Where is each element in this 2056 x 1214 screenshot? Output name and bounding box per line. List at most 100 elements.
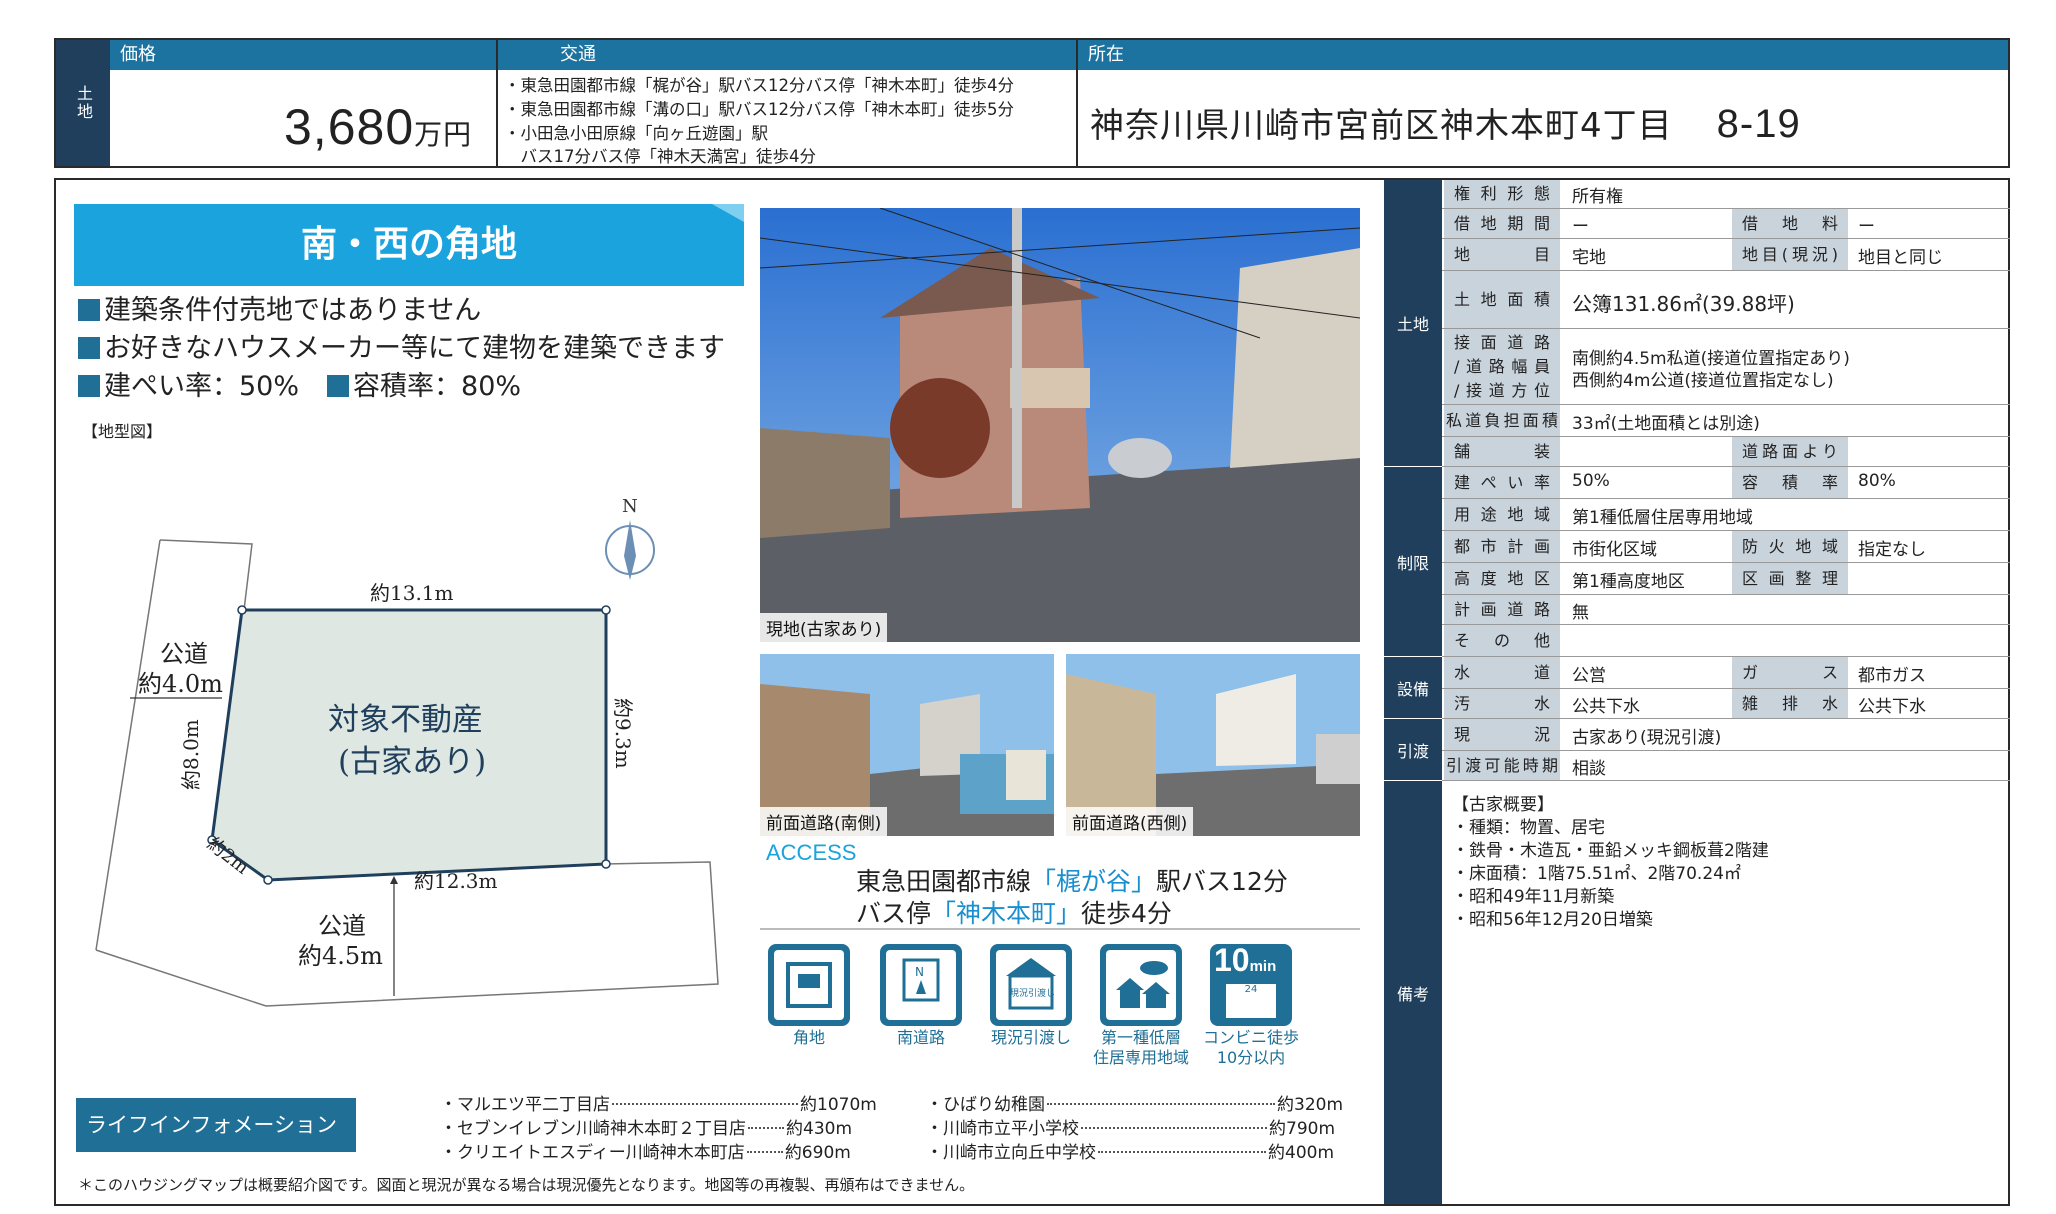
access-line-1: 東急田園都市線「梶が谷」駅バス12分 bbox=[856, 867, 1288, 896]
bullet-item: 建築条件付売地ではありません bbox=[78, 288, 481, 327]
rights-value: 所有権 bbox=[1572, 187, 1623, 207]
category-land: 土地 bbox=[1384, 180, 1442, 466]
land-category-header: 地目 bbox=[1444, 239, 1560, 270]
city-plan-header: 都市計画 bbox=[1444, 531, 1560, 562]
house-handover-icon: 現況引渡し bbox=[990, 944, 1072, 1026]
location-header: 所在 bbox=[1078, 40, 2008, 70]
water-value: 公営 bbox=[1572, 666, 1606, 686]
land-readjustment-header: 区画整理 bbox=[1732, 563, 1848, 594]
access-title: ACCESS bbox=[766, 840, 857, 865]
price-value: 3,680万円 bbox=[284, 99, 473, 155]
land-category-current-header: 地目(現況) bbox=[1732, 239, 1848, 270]
photo-caption: 前面道路(西側) bbox=[1066, 807, 1194, 836]
coverage-ratio-value: 50% bbox=[1572, 471, 1610, 491]
south-road-width: 約4.5m bbox=[298, 942, 383, 970]
feature-label: コンビニ徒歩 10分以内 bbox=[1202, 1028, 1299, 1067]
square-icon bbox=[78, 337, 100, 359]
bullet-item: お好きなハウスメーカー等にて建物を建築できます bbox=[78, 326, 725, 365]
paving-header: 舗装 bbox=[1444, 437, 1560, 466]
rent-value: ー bbox=[1858, 217, 1875, 237]
sewage-value: 公共下水 bbox=[1572, 697, 1640, 717]
fire-zone-header: 防火地域 bbox=[1732, 531, 1848, 562]
height-district-header: 高度地区 bbox=[1444, 563, 1560, 594]
site-photo-west: 前面道路(西側) bbox=[1066, 654, 1360, 836]
category-facility: 設備 bbox=[1384, 656, 1442, 718]
compass-icon: N bbox=[880, 944, 962, 1026]
other-header: その他 bbox=[1444, 625, 1560, 656]
land-area-header: 土地面積 bbox=[1444, 271, 1560, 328]
icon-text: 現況引渡し bbox=[1010, 987, 1055, 999]
planned-road-header: 計画道路 bbox=[1444, 595, 1560, 624]
north-label: N bbox=[622, 496, 638, 517]
life-item: ・セブンイレブン川崎神木本町２丁目店 約430m bbox=[440, 1119, 853, 1139]
corner-lot-icon bbox=[768, 944, 850, 1026]
water-header: 水道 bbox=[1444, 657, 1560, 688]
feature-label: 角地 bbox=[792, 1028, 825, 1047]
fire-zone-value: 指定なし bbox=[1858, 540, 1926, 560]
drainage-value: 公共下水 bbox=[1858, 697, 1926, 717]
square-icon bbox=[78, 375, 100, 397]
private-road-header: 私道負担面積 bbox=[1444, 405, 1560, 436]
sewage-header: 汚水 bbox=[1444, 689, 1560, 718]
road-edge bbox=[95, 861, 719, 1007]
gas-value: 都市ガス bbox=[1858, 666, 1926, 686]
drainage-header: 雑排水 bbox=[1732, 689, 1848, 718]
map-label: 【地型図】 bbox=[82, 422, 163, 441]
floor-area-ratio-header: 容積率 bbox=[1732, 467, 1848, 498]
left-length: 約8.0m bbox=[179, 719, 203, 790]
current-status-value: 古家あり(現況引渡) bbox=[1572, 728, 1722, 748]
access-line: ・東急田園都市線「溝の口」駅バス12分バス停「神木本町」徒歩5分 bbox=[504, 100, 1014, 119]
life-item: ・マルエツ平二丁目店 約1070m bbox=[440, 1095, 877, 1115]
gas-header: ガス bbox=[1732, 657, 1848, 688]
lot-diagram: N 約13.1m 約9.3m 約8.0m 約2m 約12.3m 公道 約4.0m… bbox=[95, 496, 719, 1007]
subject-property-note: (古家あり) bbox=[338, 744, 486, 780]
divider bbox=[1076, 40, 1078, 166]
life-item: ・川崎市立向丘中学校 約400m bbox=[926, 1143, 1335, 1163]
access-line: バス17分バス停「神木天満宮」徒歩4分 bbox=[504, 147, 817, 166]
svg-text:N: N bbox=[915, 965, 924, 979]
lease-value: ー bbox=[1572, 217, 1589, 237]
residential-zone-icon bbox=[1100, 944, 1182, 1026]
land-category-current-value: 地目と同じ bbox=[1858, 248, 1943, 268]
life-item: ・ひばり幼稚園 約320m bbox=[926, 1095, 1344, 1115]
handover-timing-header: 引渡可能時期 bbox=[1444, 751, 1560, 780]
corner-lot-banner: 南・西の角地 bbox=[74, 204, 744, 286]
road-edge bbox=[95, 539, 161, 951]
road-value-2: 西側約4m公道(接道位置指定なし) bbox=[1572, 371, 1834, 391]
life-item: ・川崎市立平小学校 約790m bbox=[926, 1119, 1336, 1139]
right-length: 約9.3m bbox=[611, 698, 635, 769]
lease-header: 借地期間 bbox=[1444, 209, 1560, 238]
west-road-label: 公道 bbox=[160, 640, 208, 668]
divider bbox=[760, 928, 1360, 930]
life-item: ・クリエイトエスディー川崎神木本町店 約690m bbox=[440, 1143, 851, 1163]
store-graphic: 24 bbox=[1226, 984, 1276, 1018]
floor-area-ratio-value: 80% bbox=[1858, 471, 1896, 491]
coverage-ratio-header: 建ぺい率 bbox=[1444, 467, 1560, 498]
road-header: 接面道路/道路幅員/接道方位 bbox=[1444, 329, 1560, 404]
category-label: 土地 bbox=[56, 40, 110, 166]
rights-header: 権利形態 bbox=[1444, 180, 1560, 208]
rent-header: 借地料 bbox=[1732, 209, 1848, 238]
road-edge bbox=[159, 539, 253, 611]
photo-caption: 前面道路(南側) bbox=[760, 807, 888, 836]
life-information-tag: ライフインフォメーション bbox=[76, 1098, 356, 1152]
ratio-line: 建ぺい率：50% 容積率：80% bbox=[78, 364, 521, 403]
current-status-header: 現況 bbox=[1444, 719, 1560, 750]
handover-timing-value: 相談 bbox=[1572, 759, 1606, 779]
subject-property-label: 対象不動産 bbox=[328, 702, 483, 738]
north-compass-icon bbox=[605, 520, 655, 580]
site-photo-main: 現地(古家あり) bbox=[760, 208, 1360, 642]
bottom-length: 約12.3m bbox=[414, 869, 498, 893]
square-icon bbox=[327, 375, 350, 397]
land-category-value: 宅地 bbox=[1572, 248, 1606, 268]
category-restriction: 制限 bbox=[1384, 466, 1442, 656]
west-road-width: 約4.0m bbox=[138, 670, 223, 698]
use-zone-value: 第1種低層住居専用地域 bbox=[1572, 508, 1753, 528]
remarks-text: 【古家概要】 ・種類：物置、居宅 ・鉄骨・木造瓦・亜鉛メッキ鋼板葺2階建 ・床面… bbox=[1452, 795, 1769, 930]
planned-road-value: 無 bbox=[1572, 603, 1589, 623]
access-line: ・東急田園都市線「梶が谷」駅バス12分バス停「神木本町」徒歩4分 bbox=[504, 76, 1014, 95]
road-surface-header: 道路面より bbox=[1732, 437, 1848, 466]
land-area-value: 公簿131.86㎡(39.88坪) bbox=[1572, 292, 1795, 316]
category-remarks: 備考 bbox=[1384, 780, 1442, 1204]
photo-caption: 現地(古家あり) bbox=[760, 613, 888, 642]
